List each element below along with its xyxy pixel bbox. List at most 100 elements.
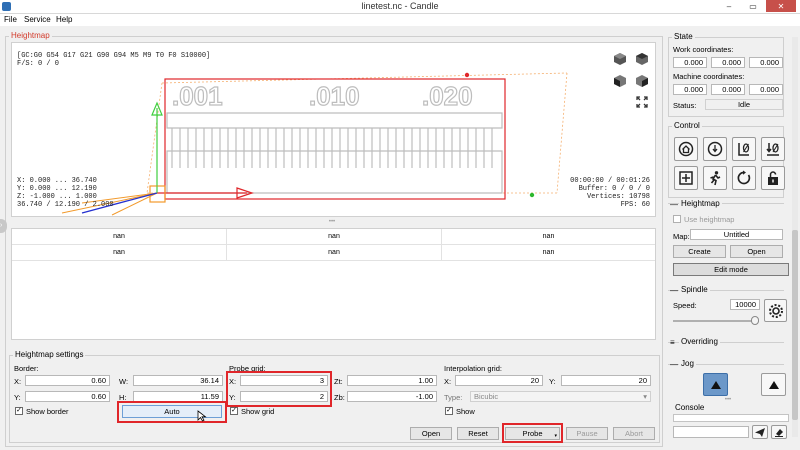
border-y-input[interactable]: 0.60 [25,391,110,402]
machine-x: 0.000 [673,84,707,95]
jog-title: Jog [679,359,696,368]
machine-z: 0.000 [749,84,783,95]
create-heightmap-button[interactable]: Create [673,245,726,258]
probe-zt-label: Zt: [334,377,343,386]
highlight-probe-grid [226,371,332,407]
home-icon[interactable] [674,137,698,161]
engrave-label-010: .010 [308,80,360,111]
send-icon[interactable] [752,425,768,439]
open-button[interactable]: Open [410,427,452,440]
show-interp-checkbox[interactable]: ✓ [445,407,453,415]
view-front-icon[interactable] [613,74,627,88]
machine-y: 0.000 [711,84,745,95]
table-cell[interactable]: nan [442,229,655,245]
border-x-input[interactable]: 0.60 [25,375,110,386]
status-label: Status: [673,101,697,110]
work-x: 0.000 [673,57,707,68]
reset-button[interactable]: Reset [457,427,499,440]
border-w-input[interactable]: 36.14 [133,375,223,386]
show-border-label: Show border [26,407,69,416]
zero-xy-icon[interactable] [732,137,756,161]
work-z: 0.000 [749,57,783,68]
speed-slider-thumb[interactable] [750,316,759,325]
fps-stat: FPS: 60 [620,201,650,209]
highlight-probe [502,423,563,443]
spindle-collapse-icon[interactable]: — [670,286,678,295]
console-title: Console [673,403,707,412]
interp-x-label: X: [444,377,452,386]
table-cell[interactable]: nan [227,229,442,245]
maximize-button[interactable]: ▭ [742,0,764,12]
edit-mode-button[interactable]: Edit mode [673,263,789,276]
engrave-label-001: .001 [171,80,223,111]
show-grid-checkbox[interactable]: ✓ [230,407,238,415]
abort-button[interactable]: Abort [613,427,655,440]
jog-collapse-icon[interactable]: — [670,360,678,369]
menu-bar: File Service Help [0,14,800,26]
table-cell[interactable]: nan [12,245,227,261]
spindle-toggle-icon[interactable] [674,166,698,190]
state-title: State [672,32,695,41]
spindle-gear-icon[interactable] [764,299,787,322]
work-y: 0.000 [711,57,745,68]
minimize-button[interactable]: – [718,0,740,12]
gcode-viewport[interactable]: [GC:G0 G54 G17 G21 G90 G94 M5 M9 T0 F0 S… [11,42,656,217]
view-iso-icon[interactable] [613,52,627,66]
menu-service[interactable]: Service [24,15,51,24]
speed-input[interactable]: 10000 [730,299,760,310]
splitter-handle[interactable]: ••• [326,219,338,225]
map-label: Map: [673,232,690,241]
console-command-input[interactable] [673,426,749,438]
jog-splitter[interactable]: ••• [718,397,738,403]
zero-z-icon[interactable] [761,137,785,161]
title-bar: linetest.nc - Candle – ▭ ✕ [0,0,800,14]
dropdown-arrow-icon: ▾ [643,392,647,401]
heightmap-group-title: Heightmap [9,31,52,40]
pause-button[interactable]: Pause [566,427,608,440]
table-cell[interactable]: nan [12,229,227,245]
view-top-icon[interactable] [635,52,649,66]
interp-type-value: Bicubic [474,392,499,401]
probe-zb-input[interactable]: -1.00 [347,391,437,402]
toolpath-lines [166,112,503,194]
fit-view-icon[interactable] [635,95,649,109]
speed-slider-track[interactable] [673,320,759,322]
probe-zt-input[interactable]: 1.00 [347,375,437,386]
probe-z-icon[interactable] [703,137,727,161]
interp-x-input[interactable]: 20 [455,375,543,386]
control-title: Control [672,121,702,130]
bounds-size: 36.740 / 12.190 / 2.000 [17,201,114,209]
highlight-auto [117,401,227,423]
interp-type-select[interactable]: Bicubic ▾ [470,391,651,402]
console-output[interactable] [673,414,789,422]
view-left-icon[interactable] [635,74,649,88]
interp-y-input[interactable]: 20 [561,375,651,386]
close-button[interactable]: ✕ [766,0,796,12]
reset-icon[interactable] [732,166,756,190]
window-title: linetest.nc - Candle [361,1,439,11]
work-coords-label: Work coordinates: [673,45,734,54]
border-title: Border: [14,364,39,373]
jog-z-plus-icon[interactable] [761,373,786,396]
table-cell[interactable]: nan [442,245,655,261]
heightmap-side-title: Heightmap [679,199,722,208]
open-heightmap-button[interactable]: Open [730,245,783,258]
clear-console-icon[interactable] [771,425,787,439]
heightmap-collapse-icon[interactable]: — [670,200,678,209]
machine-coords-label: Machine coordinates: [673,72,745,81]
heightmap-settings-title: Heightmap settings [13,350,86,359]
heightmap-table[interactable]: nan nan nan nan nan nan [11,228,656,340]
sidebar-scrollbar-thumb[interactable] [792,230,798,420]
use-heightmap-checkbox[interactable] [673,215,681,223]
menu-help[interactable]: Help [56,15,72,24]
overriding-expand-icon[interactable]: ≡ [670,338,675,347]
border-y-label: Y: [14,393,21,402]
jog-y-plus-icon[interactable] [703,373,728,396]
probe-zb-label: Zb: [334,393,345,402]
show-border-checkbox[interactable]: ✓ [15,407,23,415]
menu-file[interactable]: File [4,15,17,24]
overriding-title: Overriding [679,337,720,346]
table-cell[interactable]: nan [227,245,442,261]
run-icon[interactable] [703,166,727,190]
unlock-icon[interactable] [761,166,785,190]
